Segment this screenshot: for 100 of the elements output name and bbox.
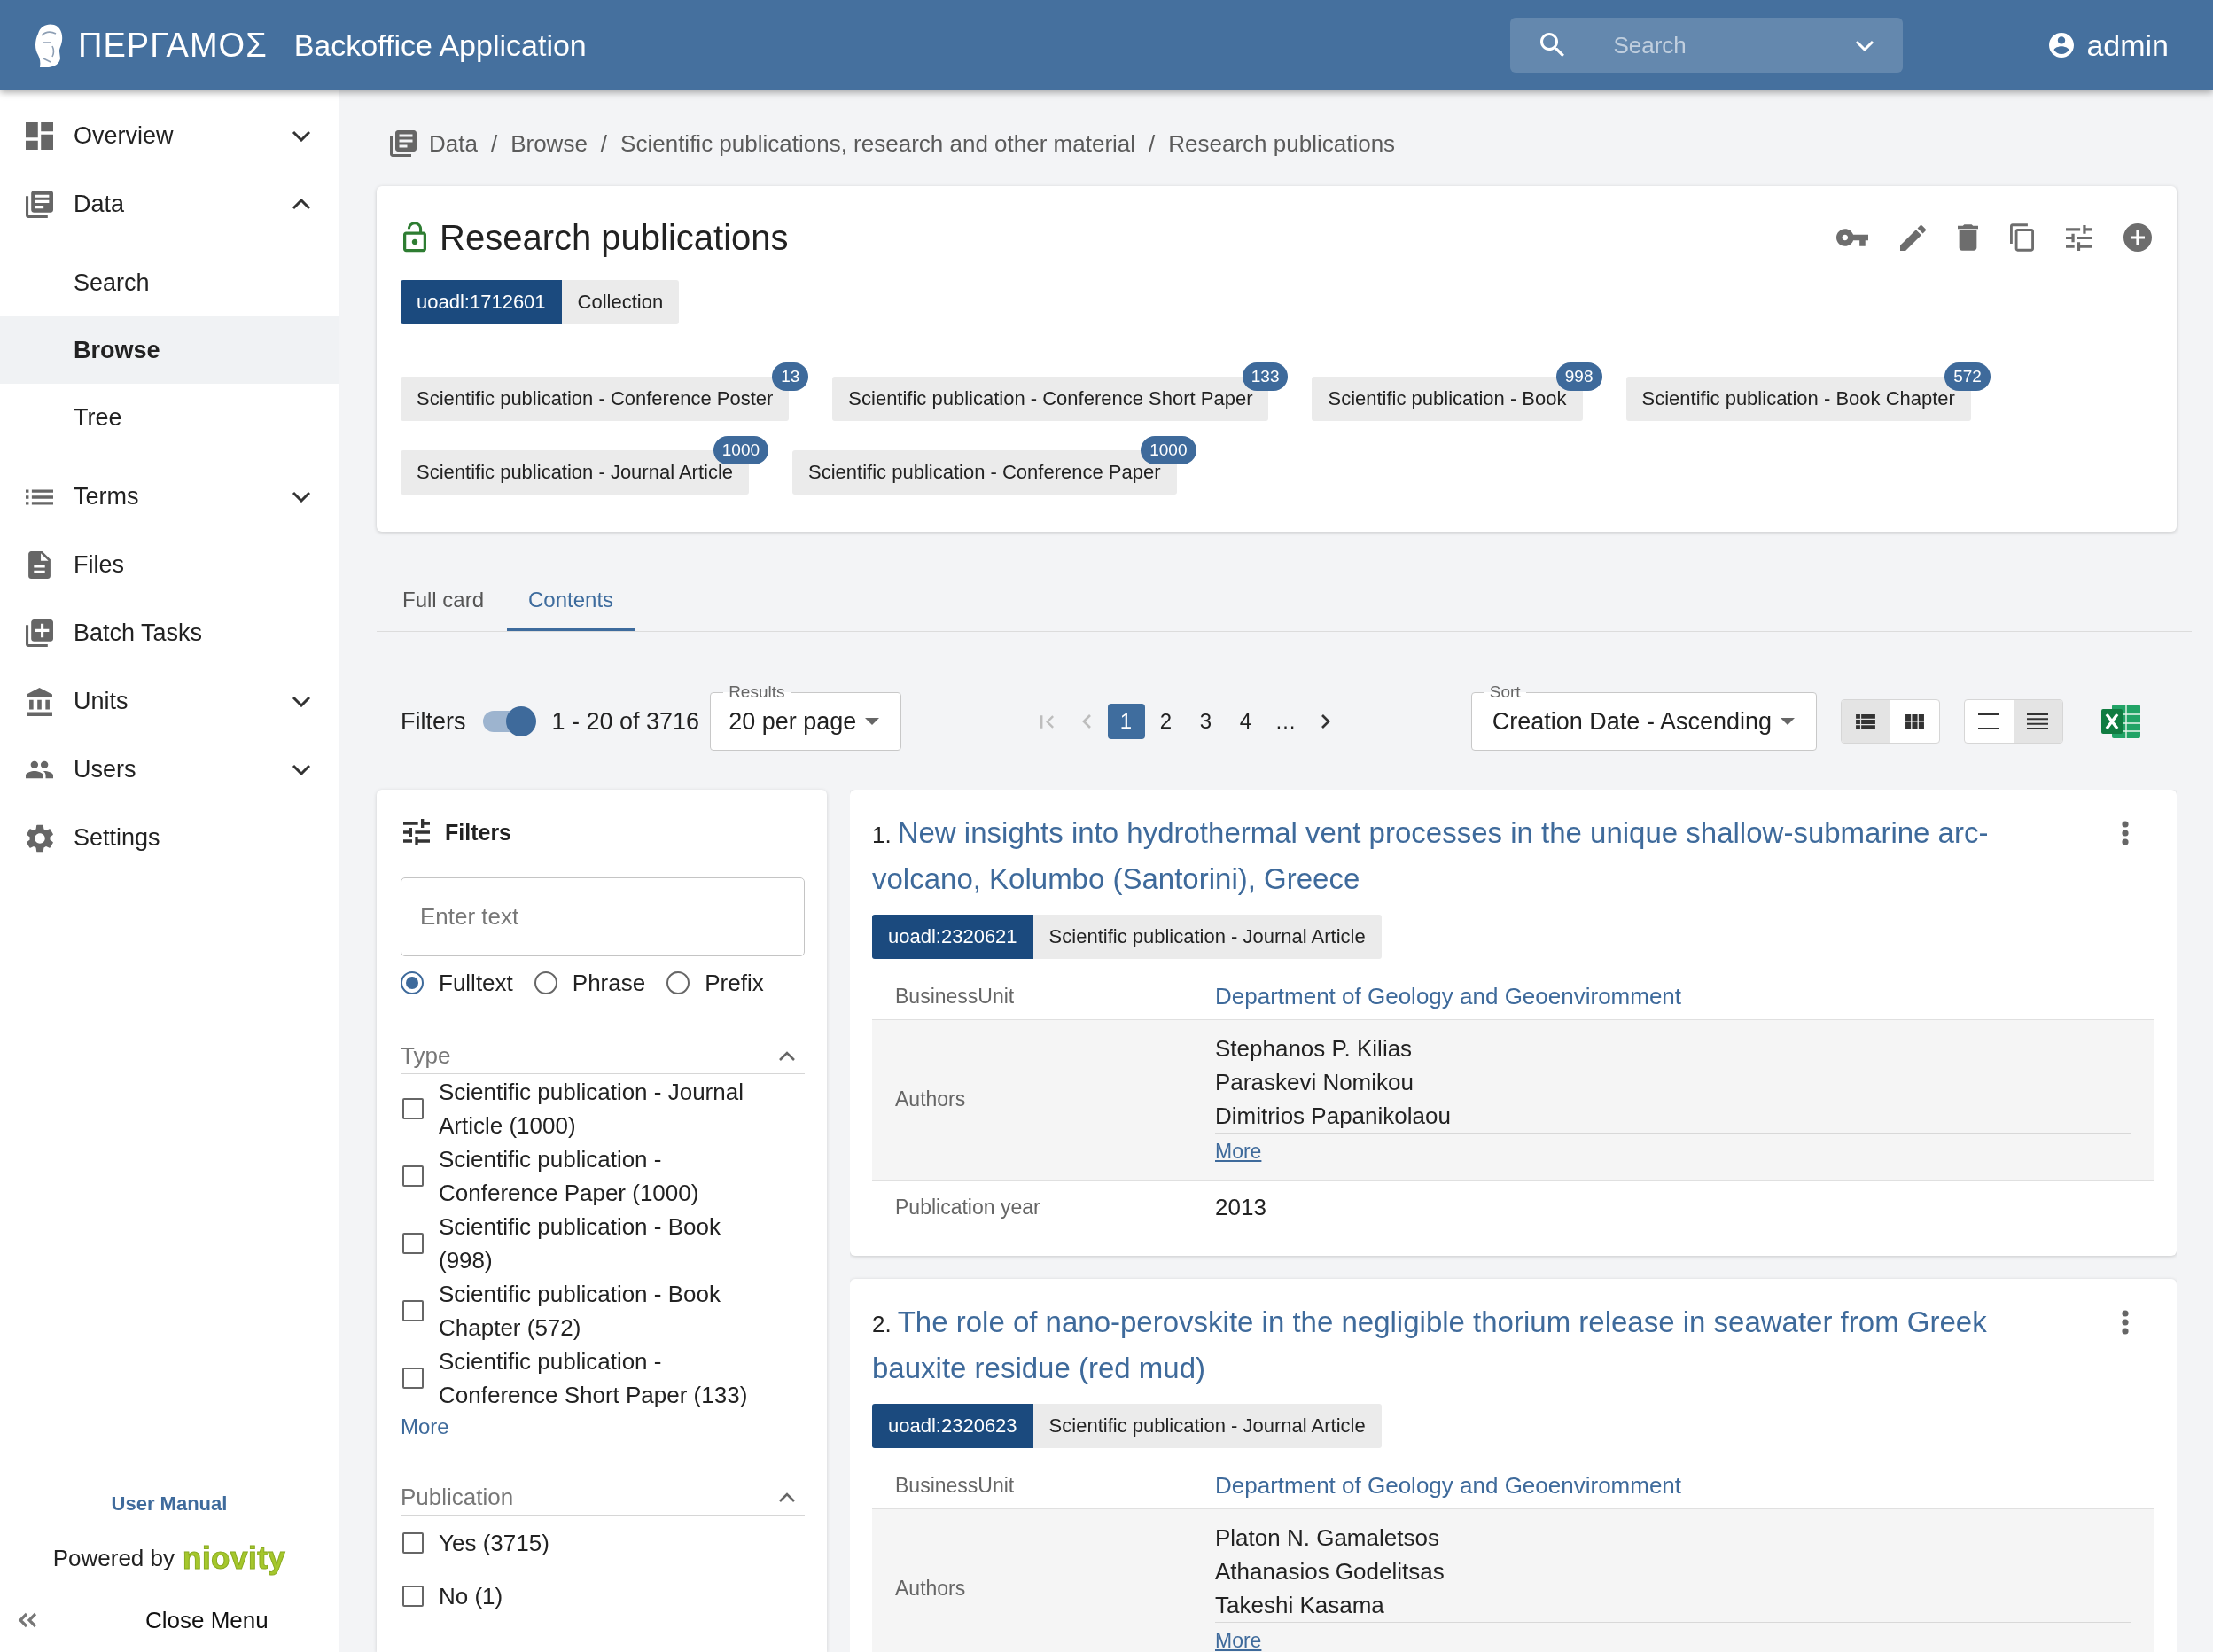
bank-building-icon [27,687,52,716]
result-type-badge: Scientific publication - Journal Article [1032,1404,1382,1448]
sidebar-item[interactable]: Users [0,736,339,804]
close-menu-button[interactable]: Close Menu [0,1595,339,1645]
field-label: BusinessUnit [894,1473,1016,1498]
page-button[interactable]: 1 [1107,704,1145,739]
sidebar-item[interactable]: Batch Tasks [0,599,339,667]
radio-button[interactable] [401,971,424,994]
result-title-link[interactable]: 2. The role of nano-perovskite in the negligible thorium release in seawater from Greek bauxite residue (red mud) [872,1300,2051,1391]
page-button[interactable]: 4 [1227,704,1265,739]
search-mode-option[interactable]: Fulltext [401,969,513,997]
user-manual-link[interactable]: User Manual [111,1491,228,1517]
facet-option[interactable]: No (1) [401,1570,805,1623]
checkbox[interactable] [402,1300,424,1321]
view-mode-button[interactable] [1842,700,1890,743]
more-link[interactable]: More [1215,1135,1262,1167]
sidebar-item[interactable]: Units [0,667,339,736]
document-icon [28,551,51,579]
sidebar-item[interactable]: Overview [0,102,339,170]
count-badge: 13 [772,362,809,391]
pencil-icon[interactable] [1900,224,1926,251]
filter-text-field[interactable]: Enter text [401,877,805,956]
facet-option[interactable]: Scientific publication - Book Chapter (572) [401,1277,805,1344]
filters-label: Filters [401,707,466,736]
author-name: Platon N. Gamaletsos [1215,1523,1439,1553]
sort-select[interactable]: Sort Creation Date - Ascending [1470,682,1817,751]
trash-icon[interactable] [1958,224,1978,251]
count-badge: 1000 [1141,436,1196,464]
settings-icon [26,823,53,853]
list-view-icon [1856,713,1876,729]
chevron-down-icon[interactable] [1855,40,1875,51]
density-button[interactable] [2014,700,2062,743]
more-options-icon[interactable] [2122,821,2129,845]
more-link[interactable]: More [401,1412,449,1442]
head-profile-icon [33,23,63,67]
facet-option[interactable]: Scientific publication - Journal Article (1000) [401,1075,805,1142]
page-button[interactable]: 2 [1147,704,1185,739]
breadcrumb-link[interactable]: Data [429,129,478,158]
sliders-icon [403,819,430,845]
copy-icon[interactable] [2010,223,2034,252]
spaced-lines-icon [1978,713,2000,729]
facet-option[interactable]: Scientific publication - Conference Paper (1000) [401,1142,805,1210]
spreadsheet-icon[interactable] [2101,702,2140,741]
tab[interactable]: Full card [381,568,506,631]
chevron-up-icon[interactable] [778,1050,796,1062]
author-name: Paraskevi Nomikou [1215,1068,1414,1097]
checkbox[interactable] [402,1532,424,1554]
checkbox[interactable] [402,1368,424,1389]
field-label: BusinessUnit [894,984,1016,1009]
search-mode-option[interactable]: Prefix [666,969,764,997]
record-id-badge: uoadl:1712601 [401,280,562,324]
field-value-link[interactable]: Department of Geology and Geoenviromment [1215,1472,1682,1499]
document-stack-icon [390,130,417,157]
sidebar-item[interactable]: Data [0,170,339,238]
user-menu-button[interactable]: admin [2049,27,2169,63]
sidebar-item[interactable]: Settings [0,804,339,872]
field-label: Authors [894,1577,967,1601]
more-link[interactable]: More [1215,1625,1262,1652]
tab[interactable]: Contents [507,568,635,631]
breadcrumb-link[interactable]: Browse [510,129,588,158]
range-text: 1 - 20 of 3716 [551,707,700,736]
powered-by-text: Powered by [52,1544,175,1572]
chevron-right-icon[interactable] [1321,714,1330,729]
result-title-link[interactable]: 1. New insights into hydrothermal vent processes in the unique shallow-submarine arc-volcano, Kolumbo (Santorini), Greece [872,811,2051,901]
document-stack-icon [26,191,53,218]
checkbox[interactable] [402,1233,424,1254]
author-name: Takeshi Kasama [1215,1591,1384,1620]
count-badge: 1000 [713,436,769,464]
sidebar-item[interactable]: Terms [0,463,339,531]
radio-button[interactable] [666,971,690,994]
facet-option[interactable]: Yes (3715) [401,1516,805,1570]
field-value-link[interactable]: Department of Geology and Geoenviromment [1215,983,1682,1009]
checkbox[interactable] [402,1098,424,1119]
breadcrumb-separator: / [1149,129,1156,158]
more-options-icon[interactable] [2122,1310,2129,1335]
list-icon [26,488,53,505]
search-icon [1540,33,1565,57]
filters-panel-title: Filters [445,819,512,845]
facet-option[interactable]: Scientific publication - Conference Short Paper (133) [401,1344,805,1412]
app-title: Backoffice Application [293,27,587,63]
sidebar-subitem[interactable]: Browse [0,316,339,384]
search-mode-option[interactable]: Phrase [534,969,646,997]
result-id-badge: uoadl:2320621 [872,915,1033,959]
checkbox[interactable] [402,1586,424,1607]
sidebar-item[interactable]: Files [0,531,339,599]
radio-button[interactable] [534,971,557,994]
facet-title: Publication [401,1484,514,1511]
record-type-badge: Collection [561,280,680,324]
field-value: 2013 [1215,1194,1266,1220]
page-button[interactable]: 3 [1187,704,1225,739]
breadcrumb-link[interactable]: Scientific publications, research and other material [620,129,1136,158]
page-size-select[interactable]: Results 20 per page [710,682,902,751]
key-icon[interactable] [1836,229,1868,246]
sliders-icon[interactable] [2066,224,2092,251]
sidebar-subitem[interactable]: Search [0,249,339,316]
chevron-up-icon[interactable] [778,1492,796,1503]
sidebar-subitem[interactable]: Tree [0,384,339,451]
checkbox[interactable] [402,1165,424,1187]
facet-option[interactable]: Scientific publication - Book (998) [401,1210,805,1277]
facet-title: Type [401,1042,451,1070]
